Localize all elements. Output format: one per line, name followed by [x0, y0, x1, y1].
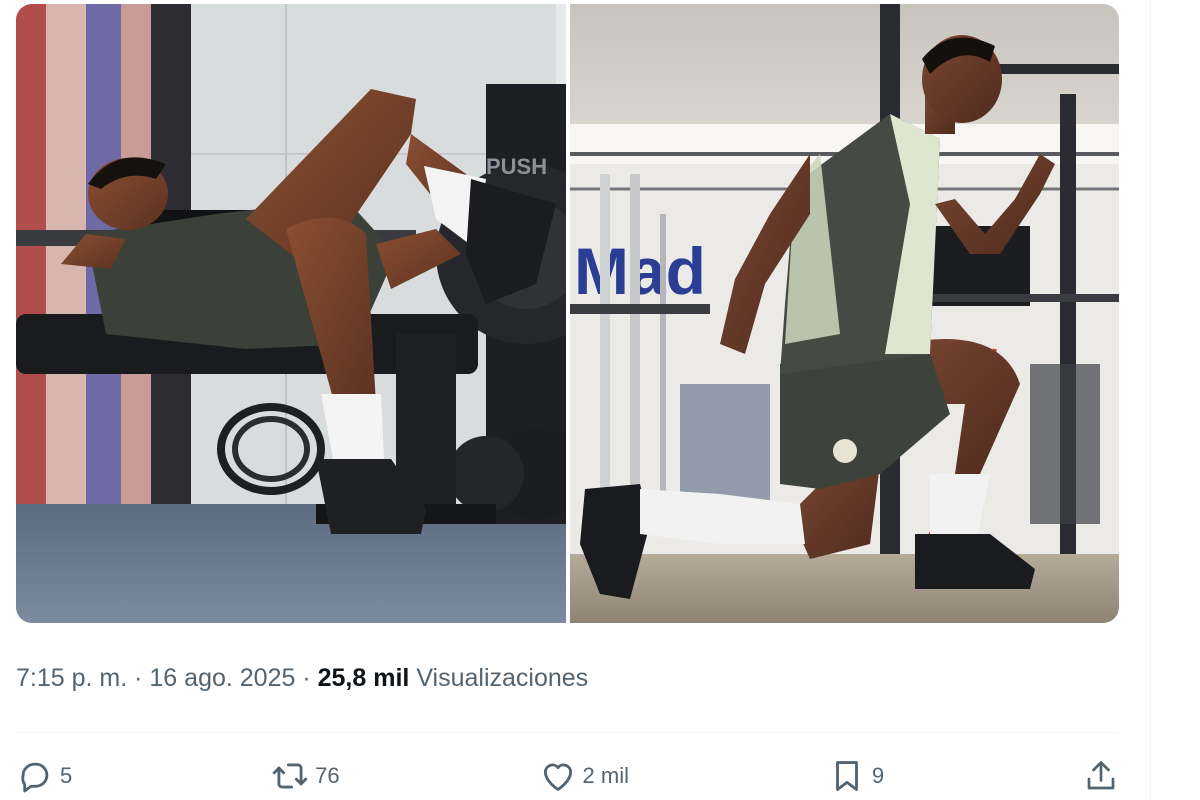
repost-button[interactable]: 76 — [271, 757, 340, 795]
bookmark-button[interactable]: 9 — [828, 757, 884, 795]
meta-dot: · — [302, 664, 311, 692]
share-icon — [1087, 761, 1115, 790]
views-count[interactable]: 25,8 mil — [318, 664, 410, 692]
svg-text:PUSH: PUSH — [486, 154, 547, 179]
bookmark-icon — [835, 761, 858, 791]
repost-icon — [272, 763, 308, 789]
meta-dot: · — [134, 664, 143, 692]
tweet-media[interactable]: PUSH — [16, 4, 1119, 623]
views-label[interactable]: Visualizaciones — [416, 664, 588, 692]
reply-count: 5 — [60, 763, 73, 788]
tweet-time[interactable]: 7:15 p. m. — [16, 664, 127, 692]
repost-count: 76 — [315, 763, 340, 788]
like-count: 2 mil — [582, 763, 629, 788]
like-button[interactable]: 2 mil — [539, 757, 629, 795]
photo-lunge-image: Mad — [570, 4, 1119, 623]
heart-icon — [543, 763, 572, 791]
tweet-meta: 7:15 p. m. · 16 ago. 2025 · 25,8 mil Vis… — [16, 660, 588, 696]
photo-lunge[interactable]: Mad — [570, 4, 1119, 623]
share-button[interactable] — [1083, 758, 1119, 794]
tweet-actions: 5 76 2 mil 9 — [16, 752, 1119, 800]
photo-hip-thrust-image: PUSH — [16, 4, 566, 623]
reply-button[interactable]: 5 — [16, 757, 72, 795]
photo-hip-thrust[interactable]: PUSH — [16, 4, 566, 623]
tweet-date[interactable]: 16 ago. 2025 — [149, 664, 295, 692]
column-border — [1150, 0, 1151, 800]
reply-icon — [21, 762, 49, 793]
meta-divider — [16, 732, 1119, 733]
bookmark-count: 9 — [871, 763, 885, 788]
